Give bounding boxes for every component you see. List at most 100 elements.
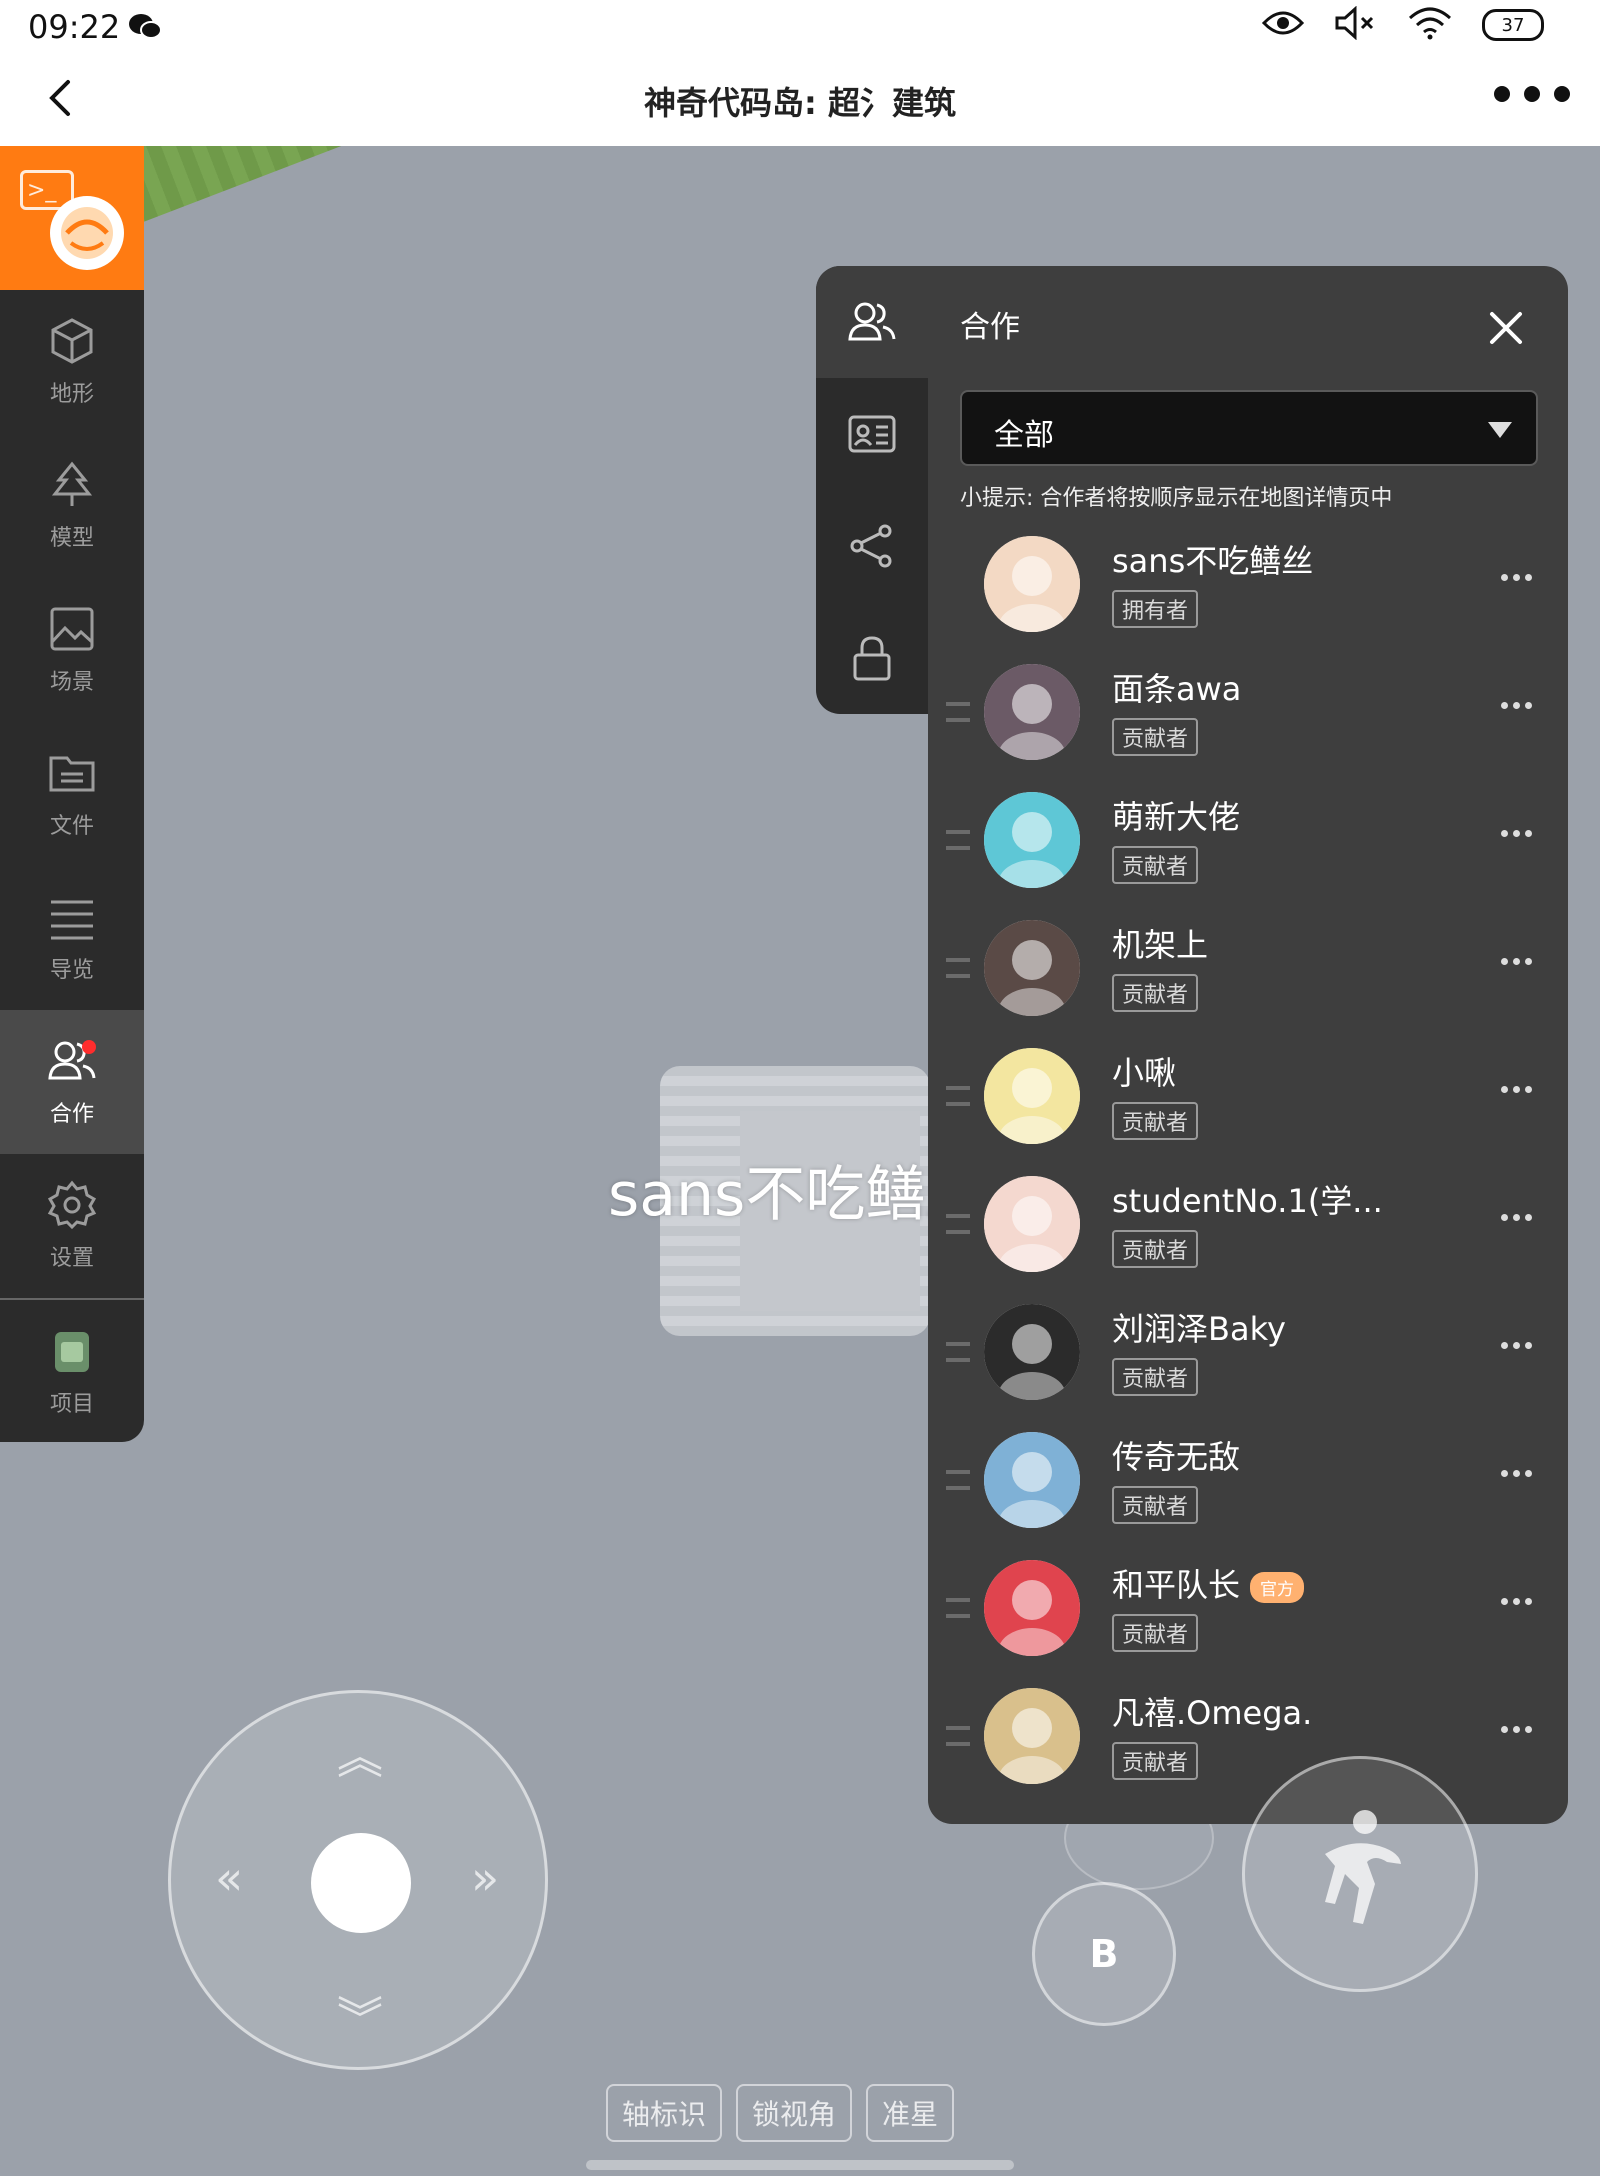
member-name: 传奇无敌 — [1112, 1432, 1240, 1478]
member-row[interactable]: 面条awa 贡献者 — [928, 650, 1568, 778]
member-name-text: studentNo.1(学... — [1112, 1182, 1383, 1220]
grass-terrain — [40, 146, 1053, 232]
movement-joystick[interactable]: ︽ ︾ « » — [168, 1690, 548, 2070]
sidebar-item-collaboration[interactable]: 合作 — [0, 1010, 144, 1154]
drag-handle-icon[interactable] — [946, 958, 970, 978]
lock-view-button[interactable]: 锁视角 — [736, 2084, 853, 2142]
b-button[interactable]: B — [1032, 1882, 1176, 2026]
avatar[interactable] — [984, 1560, 1080, 1656]
member-list: sans不吃鳝丝 拥有者 面条awa 贡献者 萌新大佬 贡献者 机架上 贡献者 小啾 贡献者 stu… — [928, 522, 1568, 1802]
drag-handle-icon[interactable] — [946, 702, 970, 722]
drag-handle-icon[interactable] — [946, 1726, 970, 1746]
avatar[interactable] — [984, 1176, 1080, 1272]
member-more-button[interactable] — [1501, 1598, 1532, 1605]
drag-handle-icon[interactable] — [946, 830, 970, 850]
home-indicator[interactable] — [586, 2160, 1014, 2170]
drag-handle-icon[interactable] — [946, 1214, 970, 1234]
member-row[interactable]: sans不吃鳝丝拥有者 — [928, 522, 1568, 650]
tab-profile-card[interactable] — [816, 378, 928, 490]
sidebar-item-files[interactable]: 文件 — [0, 722, 144, 866]
tab-permissions[interactable] — [816, 602, 928, 714]
list-icon — [51, 900, 93, 940]
drag-handle-icon[interactable] — [946, 1086, 970, 1106]
close-button[interactable] — [1488, 310, 1524, 346]
sidebar-item-scene[interactable]: 场景 — [0, 578, 144, 722]
member-more-button[interactable] — [1501, 702, 1532, 709]
role-badge: 贡献者 — [1112, 718, 1199, 756]
member-row[interactable]: 传奇无敌 贡献者 — [928, 1418, 1568, 1546]
member-row[interactable]: 小啾 贡献者 — [928, 1034, 1568, 1162]
caret-down-icon — [1488, 422, 1512, 438]
hint-text: 小提示: 合作者将按顺序显示在地图详情页中 — [960, 486, 1393, 511]
id-card-icon — [848, 415, 896, 453]
role-badge: 贡献者 — [1112, 1358, 1199, 1396]
role-filter-select[interactable]: 全部 — [960, 390, 1538, 466]
member-name-text: 传奇无敌 — [1112, 1438, 1241, 1476]
more-menu-button[interactable] — [1494, 86, 1570, 102]
title-bar: 神奇代码岛: 超氵建筑 — [0, 54, 1600, 146]
joystick-knob[interactable] — [311, 1833, 411, 1933]
member-more-button[interactable] — [1501, 574, 1532, 581]
avatar[interactable] — [984, 1432, 1080, 1528]
sidebar-item-navigation[interactable]: 导览 — [0, 866, 144, 1010]
role-badge: 贡献者 — [1112, 974, 1199, 1012]
member-name: 萌新大佬 — [1112, 792, 1240, 838]
member-name: 和平队长 官方 — [1112, 1560, 1305, 1606]
app-logo[interactable]: >_ — [0, 146, 144, 290]
member-more-button[interactable] — [1501, 1086, 1532, 1093]
role-badge: 贡献者 — [1112, 1102, 1199, 1140]
member-row[interactable]: studentNo.1(学... 贡献者 — [928, 1162, 1568, 1290]
member-more-button[interactable] — [1501, 958, 1532, 965]
member-more-button[interactable] — [1501, 1470, 1532, 1477]
drag-handle-icon[interactable] — [946, 1342, 970, 1362]
axis-marker-button[interactable]: 轴标识 — [606, 2084, 723, 2142]
member-name: 机架上 — [1112, 920, 1208, 966]
role-badge: 贡献者 — [1112, 1742, 1199, 1780]
member-more-button[interactable] — [1501, 830, 1532, 837]
mascot-icon — [50, 196, 124, 270]
member-more-button[interactable] — [1501, 1214, 1532, 1221]
member-name: 凡禧.Omega. — [1112, 1688, 1312, 1734]
users-icon — [848, 302, 896, 341]
role-badge: 拥有者 — [1112, 590, 1199, 628]
cube-icon — [51, 318, 93, 364]
avatar[interactable] — [984, 1048, 1080, 1144]
member-name: sans不吃鳝丝 — [1112, 536, 1313, 582]
drag-handle-icon[interactable] — [946, 1470, 970, 1490]
member-row[interactable]: 萌新大佬 贡献者 — [928, 778, 1568, 906]
sidebar-item-settings[interactable]: 设置 — [0, 1154, 144, 1298]
sidebar-item-project[interactable]: 项目 — [0, 1300, 144, 1442]
jump-button[interactable] — [1242, 1756, 1478, 1992]
sidebar-item-model[interactable]: 模型 — [0, 434, 144, 578]
member-row[interactable]: 机架上 贡献者 — [928, 906, 1568, 1034]
member-more-button[interactable] — [1501, 1726, 1532, 1733]
member-name: 面条awa — [1112, 664, 1241, 710]
avatar[interactable] — [984, 1688, 1080, 1784]
lock-icon — [853, 636, 891, 681]
wifi-icon — [1408, 6, 1452, 44]
member-name: 刘润泽Baky — [1112, 1304, 1286, 1350]
left-sidebar: >_ 地形 模型 场景 文件 导览 合作 设置 项目 — [0, 146, 144, 1442]
member-row[interactable]: 刘润泽Baky 贡献者 — [928, 1290, 1568, 1418]
member-row[interactable]: 凡禧.Omega. 贡献者 — [928, 1674, 1568, 1802]
member-more-button[interactable] — [1501, 1342, 1532, 1349]
tab-collaborators[interactable] — [816, 266, 928, 378]
member-row[interactable]: 和平队长 官方 贡献者 — [928, 1546, 1568, 1674]
avatar[interactable] — [984, 536, 1080, 632]
member-name: 小啾 — [1112, 1048, 1176, 1094]
drag-handle-icon[interactable] — [946, 1598, 970, 1618]
member-name-text: 凡禧.Omega. — [1112, 1694, 1313, 1732]
crosshair-button[interactable]: 准星 — [866, 2084, 955, 2142]
share-icon — [850, 524, 892, 568]
avatar[interactable] — [984, 664, 1080, 760]
folder-icon — [49, 756, 95, 792]
close-icon — [1490, 312, 1522, 344]
tab-share[interactable] — [816, 490, 928, 602]
sidebar-item-terrain[interactable]: 地形 — [0, 290, 144, 434]
avatar[interactable] — [984, 1304, 1080, 1400]
sidebar-item-label: 设置 — [49, 1246, 94, 1271]
avatar[interactable] — [984, 792, 1080, 888]
avatar[interactable] — [984, 920, 1080, 1016]
sidebar-item-label: 合作 — [49, 1102, 94, 1127]
sidebar-item-label: 导览 — [49, 958, 94, 983]
